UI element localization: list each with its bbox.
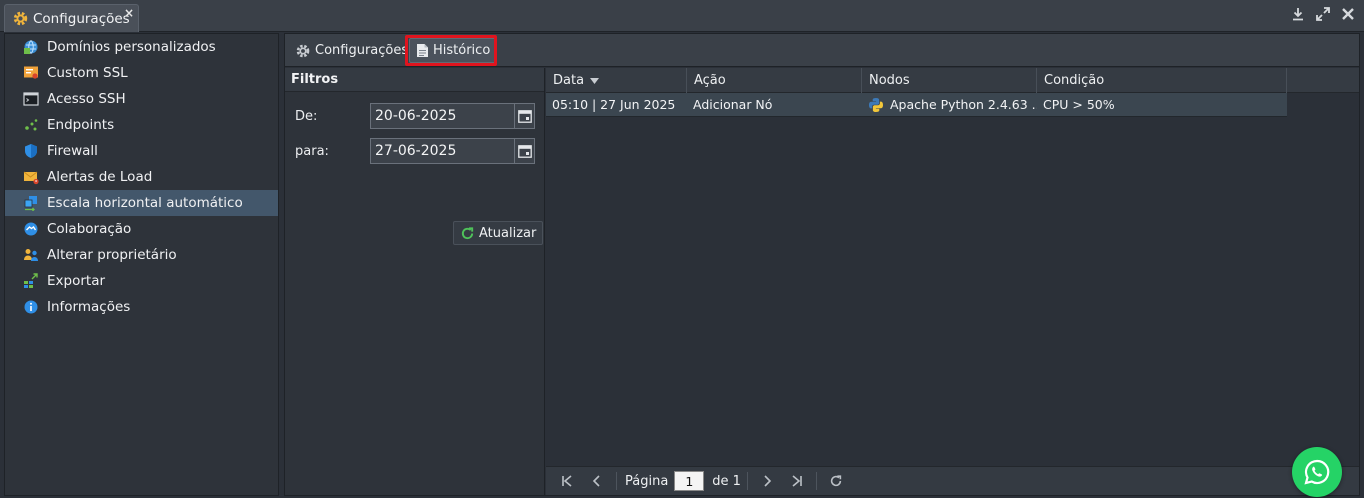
calendar-icon[interactable] <box>514 139 534 163</box>
configuracoes-tab-button[interactable]: Configurações <box>289 38 414 63</box>
to-date-value: 27-06-2025 <box>375 143 457 159</box>
from-date-value: 20-06-2025 <box>375 108 457 124</box>
python-icon <box>868 97 884 113</box>
next-page-icon[interactable] <box>756 470 778 492</box>
first-page-icon[interactable] <box>556 470 578 492</box>
gear-icon <box>12 10 29 27</box>
document-icon <box>416 43 429 58</box>
sidebar-item-alterar-proprietario[interactable]: Alterar proprietário <box>5 242 278 268</box>
expand-icon[interactable] <box>1315 6 1331 22</box>
autoscaling-panel: Configurações Histórico Filtros De: 20-0… <box>284 33 1360 496</box>
sidebar-item-firewall[interactable]: Firewall <box>5 138 278 164</box>
tab-label: Configurações <box>33 10 130 27</box>
whatsapp-icon <box>1303 458 1331 486</box>
node-name: Apache Python 2.4.63 ... <box>890 97 1037 112</box>
page-label: Página <box>625 473 669 489</box>
last-page-icon[interactable] <box>786 470 808 492</box>
users-icon <box>22 246 40 264</box>
alert-envelope-icon <box>22 168 40 186</box>
table-row[interactable]: 05:10 | 27 Jun 2025 Adicionar Nó Apache … <box>546 93 1287 117</box>
from-label: De: <box>295 108 318 124</box>
sidebar-item-custom-ssl[interactable]: Custom SSL <box>5 60 278 86</box>
sidebar-item-acesso-ssh[interactable]: Acesso SSH <box>5 86 278 112</box>
settings-sidebar: Domínios personalizados Custom SSL Acess… <box>4 33 279 496</box>
column-header-data[interactable]: Data <box>546 68 687 93</box>
close-icon[interactable] <box>1340 6 1356 22</box>
sidebar-item-exportar[interactable]: Exportar <box>5 268 278 294</box>
sidebar-item-colaboracao[interactable]: Colaboração <box>5 216 278 242</box>
filters-panel: Filtros De: 20-06-2025 para: 27-06-2025 … <box>285 68 545 495</box>
info-icon <box>22 298 40 316</box>
sidebar-item-alertas[interactable]: Alertas de Load <box>5 164 278 190</box>
page-total: de 1 <box>712 473 741 489</box>
cell-action: Adicionar Nó <box>693 97 773 112</box>
column-header-condicao[interactable]: Condição <box>1037 68 1287 93</box>
page-number-input[interactable]: 1 <box>674 471 705 491</box>
atualizar-label: Atualizar <box>479 225 537 241</box>
configuracoes-label: Configurações <box>315 43 409 58</box>
sidebar-item-informacoes[interactable]: Informações <box>5 294 278 320</box>
history-grid: Data Ação Nodos Condição 05:10 | 27 Jun … <box>546 68 1359 495</box>
from-date-field[interactable]: 20-06-2025 <box>370 103 535 129</box>
cell-node: Apache Python 2.4.63 ... <box>862 93 1037 116</box>
tab-configuracoes[interactable]: Configurações × <box>4 4 139 32</box>
filters-title: Filtros <box>285 68 544 92</box>
prev-page-icon[interactable] <box>586 470 608 492</box>
handshake-icon <box>22 220 40 238</box>
refresh-icon <box>460 226 475 241</box>
cell-date: 05:10 | 27 Jun 2025 <box>552 97 676 112</box>
pager-separator <box>815 472 817 490</box>
grid-header: Data Ação Nodos Condição <box>546 68 1359 93</box>
historico-tab-button[interactable]: Histórico <box>409 38 498 63</box>
sidebar-item-endpoints[interactable]: Endpoints <box>5 112 278 138</box>
sidebar-item-escala-horizontal[interactable]: Escala horizontal automático <box>5 190 278 216</box>
download-icon[interactable] <box>1290 6 1306 22</box>
gear-icon <box>295 43 311 59</box>
endpoints-icon <box>22 116 40 134</box>
panel-toolbar: Configurações Histórico <box>285 34 1359 67</box>
reload-icon[interactable] <box>825 470 847 492</box>
pager-separator <box>746 472 748 490</box>
sidebar-item-dominios[interactable]: Domínios personalizados <box>5 34 278 60</box>
to-date-row: para: 27-06-2025 <box>295 138 535 164</box>
cell-condition: CPU > 50% <box>1043 97 1115 112</box>
window-tab-strip: Configurações × <box>0 0 1364 32</box>
whatsapp-button[interactable] <box>1292 447 1342 497</box>
atualizar-button[interactable]: Atualizar <box>453 221 544 245</box>
ssl-certificate-icon <box>22 64 40 82</box>
domain-icon <box>22 38 40 56</box>
pager-separator <box>616 472 617 490</box>
terminal-icon <box>22 90 40 108</box>
to-label: para: <box>295 143 329 159</box>
from-date-row: De: 20-06-2025 <box>295 103 535 129</box>
column-header-nodos[interactable]: Nodos <box>862 68 1037 93</box>
shield-icon <box>22 142 40 160</box>
calendar-icon[interactable] <box>514 104 534 128</box>
scaling-icon <box>22 194 40 212</box>
column-header-acao[interactable]: Ação <box>687 68 862 93</box>
to-date-field[interactable]: 27-06-2025 <box>370 138 535 164</box>
sort-desc-icon <box>590 77 600 84</box>
historico-label: Histórico <box>433 43 491 58</box>
export-icon <box>22 272 40 290</box>
tab-close-icon[interactable]: × <box>124 6 134 20</box>
pagination-bar: Página 1 de 1 <box>546 466 1359 495</box>
